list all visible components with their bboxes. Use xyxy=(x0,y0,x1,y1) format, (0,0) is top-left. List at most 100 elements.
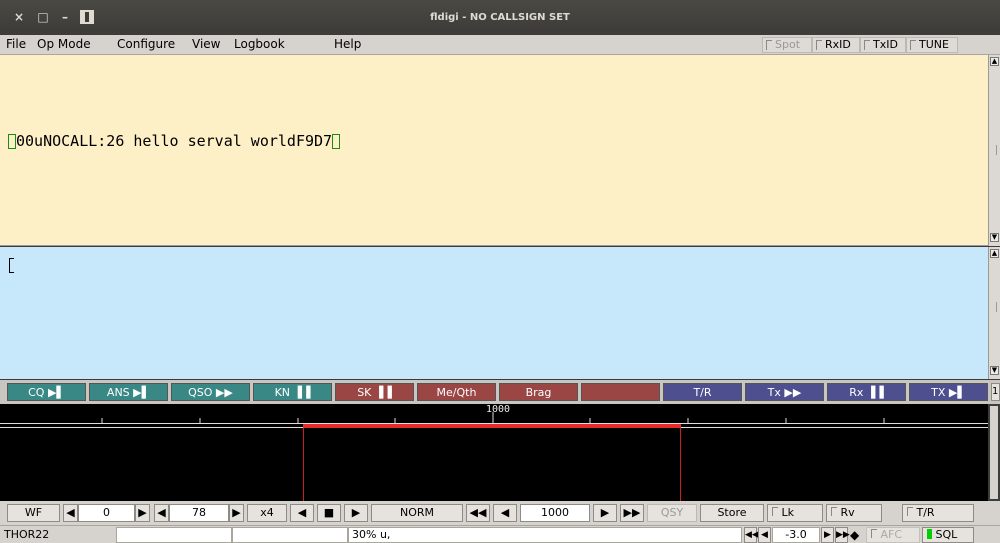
s2n-value[interactable]: -3.0 xyxy=(772,527,820,543)
macro-tr-button[interactable]: T/R xyxy=(663,383,742,401)
txid-toggle[interactable]: TxID xyxy=(860,37,906,53)
macro-cq-button[interactable]: CQ ▶▌ xyxy=(7,383,86,401)
spot-toggle[interactable]: Spot xyxy=(762,37,812,53)
sql-label: SQL xyxy=(935,528,958,541)
macro-brag-button[interactable]: Brag xyxy=(499,383,578,401)
macro-meqth-button[interactable]: Me/Qth xyxy=(417,383,496,401)
scroll-up-icon[interactable]: ▲ xyxy=(990,57,999,66)
reverse-toggle[interactable]: Rv xyxy=(826,504,882,522)
s2n-down-button[interactable]: ◀ xyxy=(758,527,771,543)
macro-empty-button[interactable] xyxy=(581,383,660,401)
tr-toggle[interactable]: T/R xyxy=(902,504,974,522)
receive-text-pane[interactable]: 00uNOCALL:26 hello serval worldF9D7 xyxy=(0,55,988,246)
waterfall-scale xyxy=(0,412,988,501)
menu-view[interactable]: View xyxy=(192,37,220,51)
checkbox-icon xyxy=(831,507,837,516)
macro-tx-end-button[interactable]: TX ▶▌ xyxy=(909,383,988,401)
menu-configure[interactable]: Configure xyxy=(117,37,175,51)
wf-offset-field[interactable]: 0 xyxy=(78,504,135,522)
macro-tx-button[interactable]: Tx ▶▶ xyxy=(745,383,824,401)
macro-bar: CQ ▶▌ ANS ▶▌ QSO ▶▶ KN ▐▐ SK ▐▐ Me/Qth B… xyxy=(0,380,1000,404)
checkbox-icon xyxy=(864,40,870,50)
menu-op-mode[interactable]: Op Mode xyxy=(37,37,91,51)
macro-kn-button[interactable]: KN ▐▐ xyxy=(253,383,332,401)
wf-inc-button[interactable]: ▶ xyxy=(135,504,150,522)
freq-fast-down-button[interactable]: ◀◀ xyxy=(466,504,490,522)
control-char-icon xyxy=(332,134,341,149)
rx-scrollbar[interactable]: ▲ ▼ xyxy=(988,55,1000,246)
tx-scrollbar[interactable]: ▲ ▼ xyxy=(988,247,1000,379)
received-message: 00uNOCALL:26 hello serval worldF9D7 xyxy=(16,132,333,150)
menu-logbook[interactable]: Logbook xyxy=(234,37,285,51)
freq-up-button[interactable]: ▶ xyxy=(593,504,617,522)
status-message: 30% u, xyxy=(348,527,742,543)
transmit-text-pane[interactable] xyxy=(0,247,988,379)
mode-indicator[interactable]: THOR22 xyxy=(0,527,116,543)
wf-range-field[interactable]: 78 xyxy=(169,504,229,522)
macro-ans-button[interactable]: ANS ▶▌ xyxy=(89,383,168,401)
passband-marker xyxy=(303,424,681,428)
range-dec-button[interactable]: ◀ xyxy=(154,504,169,522)
checkbox-icon xyxy=(871,529,877,538)
tr-label: T/R xyxy=(916,506,935,519)
received-text: 00uNOCALL:26 hello serval worldF9D7 xyxy=(8,132,341,150)
scroll-left-button[interactable]: ◀ xyxy=(290,504,314,522)
window-title: fldigi - NO CALLSIGN SET xyxy=(430,12,570,23)
window-titlebar: × □ – fldigi - NO CALLSIGN SET xyxy=(0,0,1000,35)
scroll-grip-icon xyxy=(992,302,997,312)
s2n-fast-down-button[interactable]: ◀◀ xyxy=(744,527,759,543)
text-cursor-icon xyxy=(9,258,14,273)
waterfall-display[interactable]: 1000 xyxy=(0,404,988,501)
tune-toggle[interactable]: TUNE xyxy=(906,37,958,53)
scale-label: 1000 xyxy=(486,404,511,415)
checkbox-icon xyxy=(772,507,778,516)
checkbox-icon xyxy=(816,40,822,50)
txid-label: TxID xyxy=(873,38,898,51)
s2n-up-button[interactable]: ▶ xyxy=(821,527,834,543)
scroll-down-icon[interactable]: ▼ xyxy=(990,233,999,242)
center-button[interactable]: ■ xyxy=(317,504,341,522)
diamond-icon: ◆ xyxy=(850,528,860,542)
scroll-up-icon[interactable]: ▲ xyxy=(990,249,999,258)
wf-mode-button[interactable]: WF xyxy=(7,504,60,522)
menu-help[interactable]: Help xyxy=(334,37,361,51)
status-field-3 xyxy=(232,527,348,543)
tune-label: TUNE xyxy=(919,38,949,51)
macro-rx-button[interactable]: Rx ▐▐ xyxy=(827,383,906,401)
qsy-button[interactable]: QSY xyxy=(647,504,697,522)
scroll-grip-icon xyxy=(992,145,997,155)
s2n-fast-up-button[interactable]: ▶▶ xyxy=(835,527,850,543)
control-char-icon xyxy=(8,134,16,149)
status-field-2 xyxy=(116,527,232,543)
menu-file[interactable]: File xyxy=(6,37,26,51)
afc-toggle[interactable]: AFC xyxy=(866,527,920,543)
macro-sk-button[interactable]: SK ▐▐ xyxy=(335,383,414,401)
freq-fast-up-button[interactable]: ▶▶ xyxy=(620,504,644,522)
scroll-down-icon[interactable]: ▼ xyxy=(990,366,999,375)
menubar: File Op Mode Configure View Logbook Help… xyxy=(0,35,1000,55)
wf-speed-button[interactable]: NORM xyxy=(371,504,463,522)
status-bar: THOR22 30% u, ◀◀ ◀ -3.0 ▶ ▶▶ ◆ AFC SQL xyxy=(0,525,1000,543)
spot-label: Spot xyxy=(775,38,801,51)
checkbox-icon xyxy=(766,40,772,50)
store-button[interactable]: Store xyxy=(700,504,764,522)
frequency-field[interactable]: 1000 xyxy=(520,504,590,522)
waterfall-controls: WF ◀ 0 ▶ ◀ 78 ▶ x4 ◀ ■ ▶ NORM ◀◀ ◀ 1000 … xyxy=(0,501,1000,525)
lock-label: Lk xyxy=(781,506,795,519)
range-inc-button[interactable]: ▶ xyxy=(229,504,244,522)
macro-set-indicator[interactable]: 1 xyxy=(991,383,1000,401)
checkbox-icon xyxy=(910,40,916,50)
rxid-label: RxID xyxy=(825,38,851,51)
afc-label: AFC xyxy=(880,528,903,541)
sql-toggle[interactable]: SQL xyxy=(922,527,974,543)
wf-dec-button[interactable]: ◀ xyxy=(63,504,78,522)
sql-led-icon xyxy=(927,529,932,539)
waterfall-scrollbar[interactable] xyxy=(988,404,1000,501)
waterfall-scroll-thumb[interactable] xyxy=(990,406,998,499)
macro-qso-button[interactable]: QSO ▶▶ xyxy=(171,383,250,401)
zoom-button[interactable]: x4 xyxy=(247,504,287,522)
rxid-toggle[interactable]: RxID xyxy=(812,37,860,53)
lock-toggle[interactable]: Lk xyxy=(767,504,823,522)
scroll-right-button[interactable]: ▶ xyxy=(344,504,368,522)
freq-down-button[interactable]: ◀ xyxy=(493,504,517,522)
